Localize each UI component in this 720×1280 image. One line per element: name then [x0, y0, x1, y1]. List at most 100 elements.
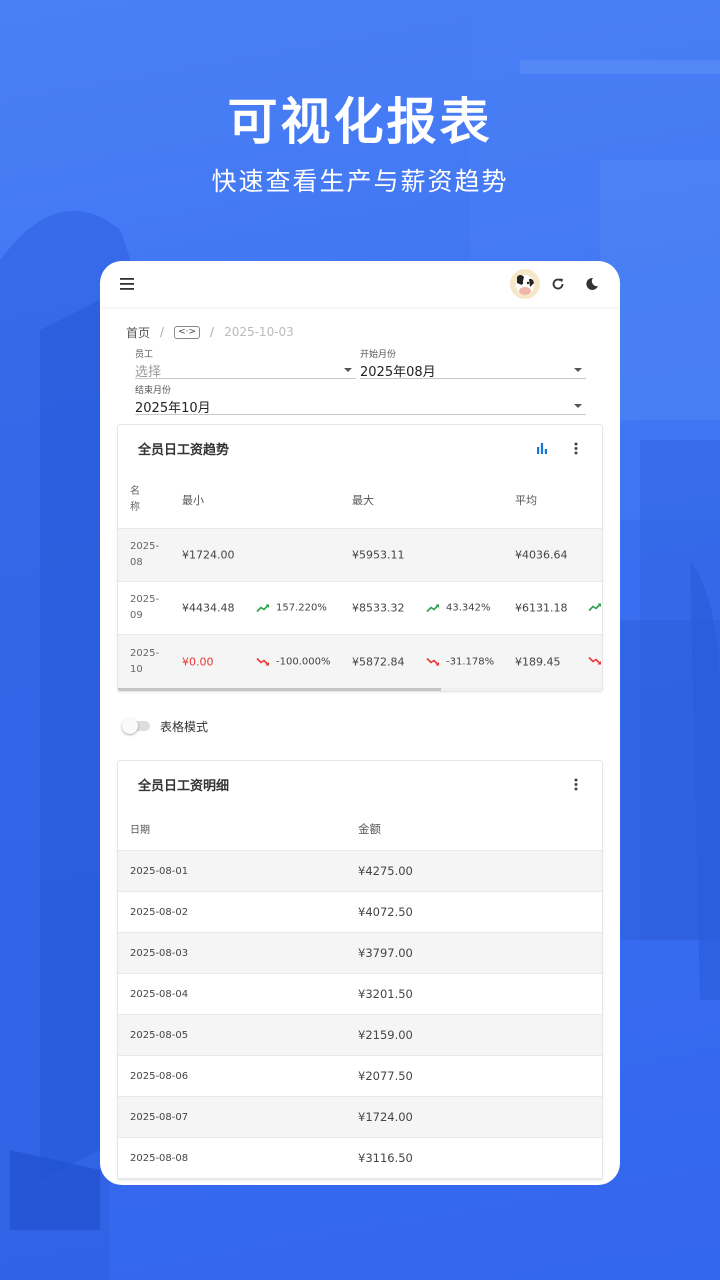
employee-select[interactable]: 员工 选择: [135, 343, 356, 380]
table-row: 2025-08-03 ¥3797.00: [118, 933, 602, 974]
start-month-label: 开始月份: [360, 350, 397, 360]
table-row: 2025-08-06 ¥2077.50: [118, 1056, 602, 1097]
hero-title: 可视化报表: [227, 93, 493, 151]
bar-chart-icon[interactable]: [528, 434, 556, 462]
table-row: 2025-08-02 ¥4072.50: [118, 892, 602, 933]
avg-change: [588, 655, 602, 668]
avatar[interactable]: [510, 269, 540, 299]
row-name: 2025- 08: [130, 541, 160, 568]
trend-down-icon: [256, 657, 269, 665]
detail-card-title: 全员日工资明细: [138, 778, 230, 794]
row-amount: ¥3201.50: [358, 987, 413, 1001]
table-mode-label: 表格模式: [160, 719, 209, 734]
refresh-icon[interactable]: [544, 270, 572, 298]
table-row: 2025- 08 ¥1724.00 ¥5953.11 ¥4036.64: [118, 529, 602, 582]
table-row: 2025-08-01 ¥4275.00: [118, 851, 602, 892]
horizontal-scrollbar[interactable]: [118, 688, 602, 691]
detail-card: 全员日工资明细 日期 金额 2025-08-01 ¥4275.00 2025-08…: [117, 760, 603, 1180]
table-mode-toggle[interactable]: [122, 718, 150, 734]
row-date: 2025-08-08: [130, 1152, 189, 1164]
row-amount: ¥3797.00: [358, 946, 413, 960]
row-date: 2025-08-06: [130, 1070, 189, 1082]
more-vert-icon[interactable]: [562, 434, 590, 462]
row-max: ¥5953.11: [352, 548, 405, 562]
row-date: 2025-08-05: [130, 1029, 189, 1041]
row-amount: ¥2077.50: [358, 1069, 413, 1083]
trend-up-icon: [426, 604, 439, 613]
min-change: 157.220%: [256, 603, 327, 614]
row-date: 2025-08-04: [130, 988, 189, 1000]
breadcrumb: 首页 / <·> / 2025-10-03: [100, 307, 620, 343]
header-min[interactable]: 最小: [182, 492, 204, 508]
employee-label: 员工: [135, 350, 154, 360]
header-avg[interactable]: 平均: [515, 492, 537, 508]
employee-placeholder: 选择: [135, 365, 162, 380]
trend-table: 名称 最小 最大 平均 2025- 08 ¥1724.00 ¥5953.11 ¥4…: [118, 471, 602, 688]
row-name: 2025- 10: [130, 647, 160, 675]
detail-header-row: 日期 金额: [118, 807, 602, 851]
app-bar: [100, 261, 620, 307]
dark-mode-icon[interactable]: [578, 270, 606, 298]
row-min: ¥0.00: [182, 655, 214, 668]
row-amount: ¥4072.50: [358, 905, 413, 919]
row-date: 2025-08-02: [130, 906, 189, 918]
max-change: -31.178%: [426, 656, 494, 667]
table-row: 2025-08-05 ¥2159.00: [118, 1015, 602, 1056]
trend-up-icon: [256, 604, 269, 613]
row-avg: ¥4036.64: [515, 548, 568, 562]
end-month-select[interactable]: 结束月份 2025年10月: [135, 379, 586, 416]
trend-down-icon: [588, 656, 601, 664]
trend-card-title: 全员日工资趋势: [138, 442, 230, 458]
min-change-value: 157.220%: [276, 602, 327, 614]
max-change-value: -31.178%: [446, 656, 495, 667]
chevron-down-icon: [344, 368, 352, 372]
row-amount: ¥2159.00: [358, 1028, 413, 1042]
row-date: 2025-08-01: [130, 865, 189, 877]
toggle-knob: [122, 718, 138, 734]
row-min: ¥1724.00: [182, 548, 235, 562]
table-row: 2025-08-04 ¥3201.50: [118, 974, 602, 1015]
chevron-down-icon: [574, 368, 582, 372]
trend-down-icon: [426, 657, 439, 665]
row-max: ¥8533.32: [352, 601, 405, 615]
row-amount: ¥1724.00: [358, 1110, 413, 1124]
menu-icon[interactable]: [114, 270, 142, 298]
table-mode-row: 表格模式: [100, 692, 620, 760]
row-name: 2025- 09: [130, 594, 160, 621]
phone-screen: 首页 / <·> / 2025-10-03 员工 选择 开始月份 2025年08…: [100, 261, 620, 1185]
row-date: 2025-08-07: [130, 1111, 189, 1123]
start-month-select[interactable]: 开始月份 2025年08月: [360, 343, 586, 380]
row-avg: ¥6131.18: [515, 601, 568, 615]
scrollbar-thumb[interactable]: [118, 688, 441, 691]
table-header-row: 名称 最小 最大 平均: [118, 471, 602, 529]
end-month-value: 2025年10月: [135, 401, 211, 416]
row-amount: ¥3116.50: [358, 1151, 413, 1165]
header-max[interactable]: 最大: [352, 492, 374, 508]
header-date[interactable]: 日期: [130, 821, 150, 836]
min-change: -100.000%: [256, 656, 330, 667]
min-change-value: -100.000%: [276, 656, 331, 667]
chevron-down-icon: [574, 404, 582, 408]
table-row: 2025- 10 ¥0.00 -100.000% ¥5872.84 -31.178…: [118, 635, 602, 688]
header-amount[interactable]: 金额: [358, 821, 381, 837]
table-row: 2025-08-07 ¥1724.00: [118, 1097, 602, 1138]
table-row: 2025-08-08 ¥3116.50: [118, 1138, 602, 1179]
breadcrumb-date: 2025-10-03: [224, 325, 294, 339]
more-vert-icon[interactable]: [562, 770, 590, 798]
breadcrumb-separator: /: [210, 325, 215, 339]
row-min: ¥4434.48: [182, 601, 235, 615]
breadcrumb-home[interactable]: 首页: [126, 324, 150, 341]
row-avg: ¥189.45: [515, 655, 561, 668]
hero-subtitle: 快速查看生产与薪资趋势: [211, 167, 509, 196]
header-name: 名称: [130, 485, 140, 513]
filter-form: 员工 选择 开始月份 2025年08月 结束月份 2025年10月: [100, 343, 620, 416]
avg-change: [588, 602, 602, 615]
row-date: 2025-08-03: [130, 947, 189, 959]
start-month-value: 2025年08月: [360, 365, 436, 380]
row-max: ¥5872.84: [352, 655, 405, 668]
breadcrumb-code-icon[interactable]: <·>: [174, 325, 201, 339]
trend-card: 全员日工资趋势 名称 最小 最大 平均 2025- 08 ¥1724.00 ¥59…: [117, 424, 603, 692]
max-change-value: 43.342%: [446, 602, 491, 614]
breadcrumb-separator: /: [160, 325, 165, 339]
row-amount: ¥4275.00: [358, 864, 413, 878]
